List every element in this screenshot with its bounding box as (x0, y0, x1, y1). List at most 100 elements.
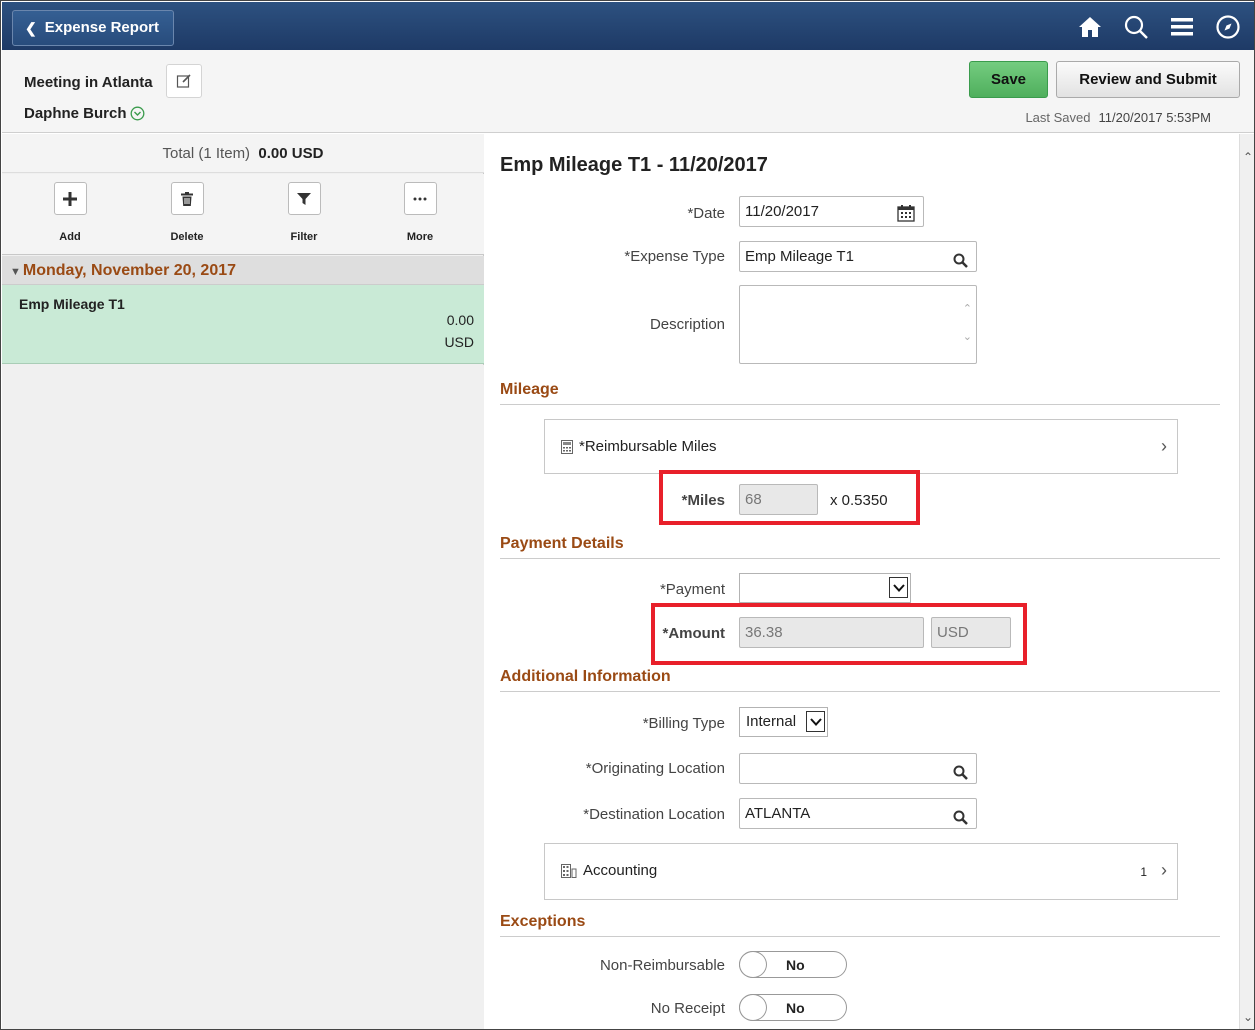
amount-currency-field: USD (931, 617, 1011, 648)
date-group-header[interactable]: ▼ Monday, November 20, 2017 (2, 256, 484, 285)
accounting-icon (561, 863, 577, 878)
payment-label: *Payment (659, 581, 725, 598)
chevron-up-icon[interactable]: ⌃ (1243, 150, 1253, 164)
search-icon[interactable] (953, 249, 968, 278)
menu-icon[interactable] (1163, 10, 1201, 44)
chevron-up-icon: ⌃ (962, 303, 972, 315)
miles-label: *Miles (681, 492, 725, 509)
add-button[interactable]: Add (40, 182, 100, 243)
list-item[interactable]: Emp Mileage T1 0.00 USD (2, 285, 484, 364)
top-bar: ❮ Expense Report (2, 2, 1254, 50)
add-label: Add (59, 231, 81, 243)
app-frame: ❮ Expense Report Meeting in Atlanta Daph… (0, 0, 1255, 1030)
more-label: More (406, 231, 434, 243)
top-icons (1071, 10, 1247, 44)
back-button[interactable]: ❮ Expense Report (12, 10, 174, 46)
list-empty-area (2, 365, 484, 1029)
date-group-label: Monday, November 20, 2017 (22, 262, 237, 279)
chevron-down-circle-icon (130, 106, 144, 121)
filter-icon (297, 192, 311, 205)
filter-label: Filter (290, 231, 318, 243)
reimbursable-miles-row[interactable]: *Reimbursable Miles › (544, 419, 1178, 474)
expense-type-field[interactable]: Emp Mileage T1 (739, 241, 977, 272)
chevron-right-icon: › (1161, 436, 1167, 456)
edit-icon (176, 74, 191, 88)
chevron-left-icon: ❮ (25, 20, 37, 36)
destination-location-field[interactable]: ATLANTA (739, 798, 977, 829)
originating-location-field[interactable] (739, 753, 977, 784)
billing-type-select[interactable]: Internal (739, 707, 828, 737)
more-icon (413, 197, 427, 200)
chevron-down-icon[interactable]: ⌄ (1243, 1010, 1253, 1024)
detail-title: Emp Mileage T1 - 11/20/2017 (500, 154, 768, 176)
report-title: Meeting in Atlanta (24, 74, 153, 91)
no-receipt-label: No Receipt (650, 1000, 725, 1017)
date-label: *Date (687, 205, 725, 222)
edit-title-button[interactable] (166, 64, 202, 98)
chevron-down-icon (806, 711, 825, 732)
date-field[interactable]: 11/20/2017 (739, 196, 924, 227)
last-saved: Last Saved 11/20/2017 5:53PM (1025, 110, 1211, 125)
no-receipt-value: No (786, 1000, 805, 1016)
home-icon[interactable] (1071, 10, 1109, 44)
user-name-label: Daphne Burch (24, 105, 127, 122)
report-header: Meeting in Atlanta Daphne Burch Save Rev… (2, 50, 1254, 133)
destination-location-label: *Destination Location (583, 806, 725, 823)
total-summary: Total (1 Item) 0.00 USD (2, 134, 484, 173)
expense-detail-panel: Emp Mileage T1 - 11/20/2017 *Date 11/20/… (485, 134, 1239, 1029)
non-reimbursable-toggle[interactable]: No (739, 951, 847, 978)
more-button[interactable]: More (390, 182, 450, 243)
delete-label: Delete (170, 231, 204, 243)
payment-select[interactable] (739, 573, 911, 603)
collapse-triangle-icon: ▼ (10, 266, 21, 278)
delete-button[interactable]: Delete (157, 182, 217, 243)
last-saved-label: Last Saved (1025, 110, 1091, 125)
description-label: Description (649, 316, 725, 333)
user-name[interactable]: Daphne Burch (24, 105, 145, 122)
search-icon[interactable] (953, 806, 968, 835)
toggle-knob (739, 994, 767, 1021)
expense-type-label: *Expense Type (624, 248, 725, 265)
save-button[interactable]: Save (969, 61, 1048, 98)
reimbursable-miles-label: *Reimbursable Miles (561, 438, 717, 455)
chevron-down-icon: ⌄ (962, 331, 972, 343)
expense-type-value: Emp Mileage T1 (745, 248, 854, 265)
chevron-right-icon: › (1161, 860, 1167, 880)
accounting-label: Accounting (561, 862, 657, 879)
non-reimbursable-label: Non-Reimbursable (599, 957, 725, 974)
mileage-rate: x 0.5350 (830, 492, 888, 509)
review-and-submit-button[interactable]: Review and Submit (1056, 61, 1240, 98)
toggle-knob (739, 951, 767, 978)
billing-type-label: *Billing Type (642, 715, 725, 732)
calendar-icon[interactable] (897, 203, 915, 232)
plus-icon (63, 191, 77, 206)
expense-item-amount-value: 0.00 (446, 312, 474, 328)
date-value: 11/20/2017 (745, 203, 819, 220)
total-value: 0.00 USD (258, 145, 324, 162)
amount-label: *Amount (662, 625, 726, 642)
last-saved-value: 11/20/2017 5:53PM (1098, 110, 1211, 125)
reimbursable-miles-text: *Reimbursable Miles (579, 438, 717, 455)
description-field[interactable]: ⌃ ⌄ (739, 285, 977, 364)
section-mileage: Mileage (500, 381, 1220, 405)
trash-icon (181, 191, 193, 206)
expense-item-name: Emp Mileage T1 (19, 296, 125, 312)
section-additional-information: Additional Information (500, 668, 1220, 692)
accounting-row[interactable]: Accounting 1 › (544, 843, 1178, 900)
billing-type-value: Internal (746, 713, 797, 730)
back-label: Expense Report (44, 19, 159, 36)
filter-button[interactable]: Filter (274, 182, 334, 243)
expense-list-panel: Total (1 Item) 0.00 USD Add Delete Filte… (2, 134, 484, 1029)
total-label: Total (1 Item) (162, 145, 251, 162)
originating-location-label: *Originating Location (585, 760, 725, 777)
expense-item-currency: USD (444, 334, 474, 350)
list-toolbar: Add Delete Filter More (2, 174, 484, 255)
search-icon[interactable] (953, 761, 968, 790)
no-receipt-toggle[interactable]: No (739, 994, 847, 1021)
chevron-down-icon (889, 577, 908, 598)
detail-scrollbar[interactable]: ⌃ ⌄ (1239, 134, 1254, 1029)
compass-icon[interactable] (1209, 10, 1247, 44)
search-icon[interactable] (1117, 10, 1155, 44)
expense-item-amount: 0.00 USD (444, 309, 474, 353)
accounting-count: 1 (1140, 865, 1147, 879)
